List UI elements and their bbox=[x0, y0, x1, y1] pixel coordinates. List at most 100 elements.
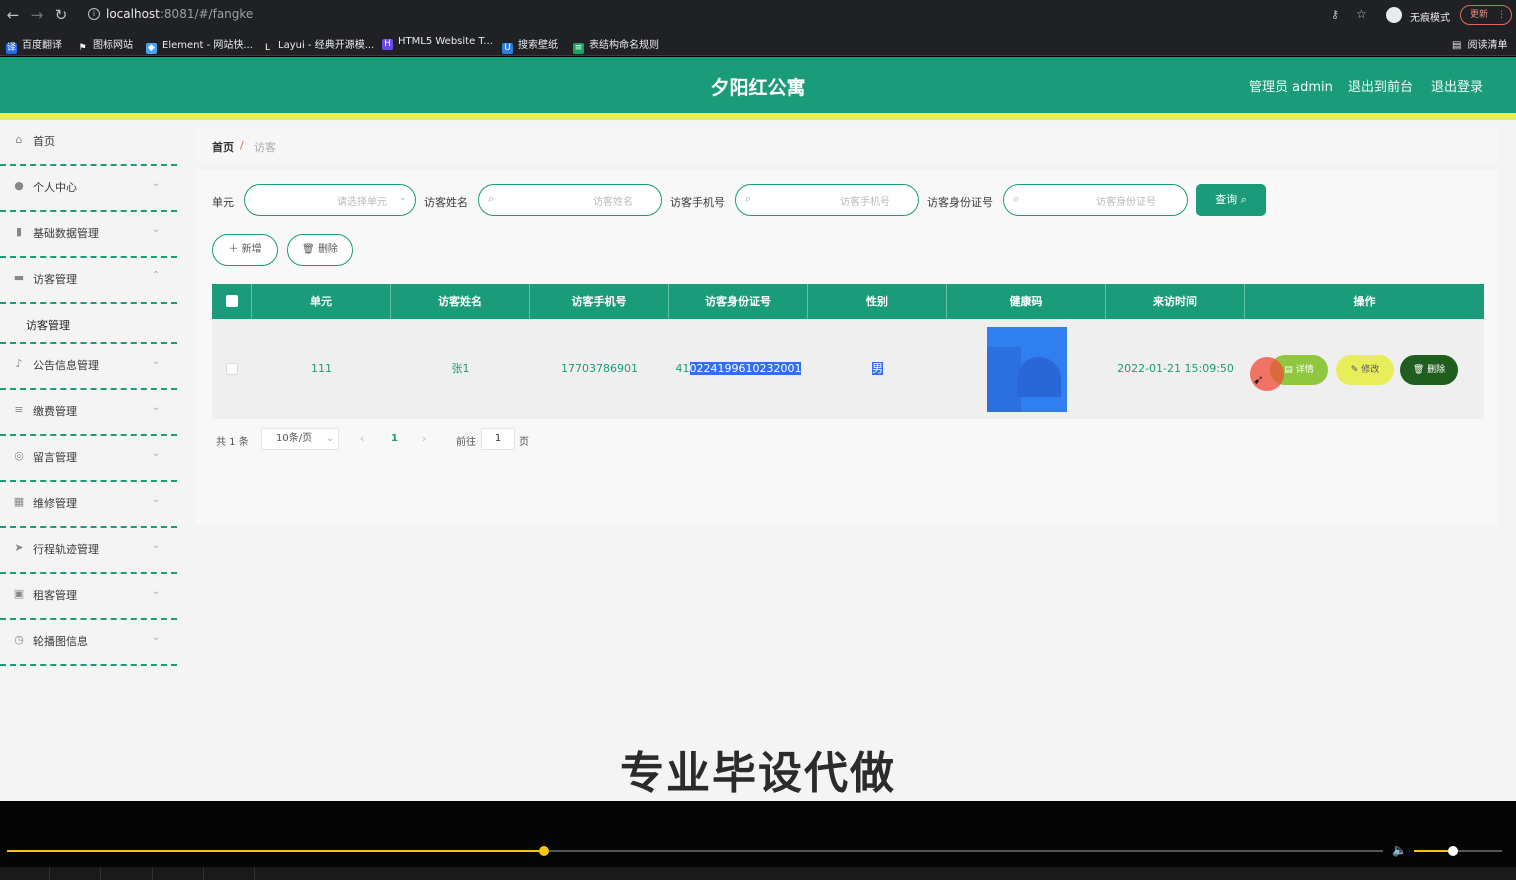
info-icon[interactable]: i bbox=[88, 8, 100, 20]
sidebar-item[interactable]: ▬ 访客管理 ⌃ bbox=[0, 258, 177, 304]
pagination: 共 1 条 10条/页 ⌄ ‹ 1 › 前往 1 页 bbox=[216, 428, 816, 452]
prev-page-icon[interactable]: ‹ bbox=[360, 432, 364, 445]
bookmark-icon: ≡ bbox=[573, 43, 584, 54]
search-icon: ⌕ bbox=[745, 192, 752, 205]
reload-icon[interactable]: ↻ bbox=[52, 6, 70, 24]
bookmark-item[interactable]: ⚑ 图标网站 bbox=[77, 36, 133, 54]
chevron-down-icon: ⌄ bbox=[399, 193, 407, 203]
clock-icon: ◷ bbox=[14, 633, 24, 646]
id-input[interactable]: ⌕ 访客身份证号 bbox=[1003, 184, 1188, 216]
header-id[interactable]: 访客身份证号 bbox=[669, 284, 808, 319]
volume-icon[interactable]: 🔈 bbox=[1392, 843, 1407, 857]
update-button[interactable]: 更新 ⋮ bbox=[1460, 5, 1512, 25]
send-icon: ➤ bbox=[14, 541, 24, 554]
sliders-icon: ≡ bbox=[14, 403, 24, 416]
sidebar-item[interactable]: ▦ 维修管理 ⌄ bbox=[0, 482, 177, 528]
sidebar-subitem-visitor[interactable]: 访客管理 bbox=[0, 304, 177, 344]
key-icon[interactable]: ⚷ bbox=[1331, 8, 1339, 21]
globe-icon: ◎ bbox=[14, 449, 24, 462]
content-panel: 单元 请选择单元 ⌄ 访客姓名 ⌕ 访客姓名 访客手机号 ⌕ 访客手机号 访客身… bbox=[196, 170, 1498, 525]
sidebar-item[interactable]: ➤ 行程轨迹管理 ⌄ bbox=[0, 528, 177, 574]
sidebar-item-label: 基础数据管理 bbox=[33, 227, 99, 240]
bookmark-item[interactable]: L Layui - 经典开源模... bbox=[262, 36, 374, 54]
sidebar-item[interactable]: ▣ 租客管理 ⌄ bbox=[0, 574, 177, 620]
delete-button[interactable]: 🗑 删除 bbox=[287, 234, 353, 266]
user-icon: ● bbox=[14, 179, 24, 192]
home-icon: ⌂ bbox=[15, 133, 23, 146]
address-bar[interactable]: localhost:8081/#/fangke bbox=[106, 7, 253, 21]
bookmark-item[interactable]: U 搜索壁纸 bbox=[502, 36, 558, 54]
back-arrow-icon[interactable]: ← bbox=[4, 6, 22, 24]
next-page-icon[interactable]: › bbox=[422, 432, 426, 445]
row-delete-button[interactable]: 🗑 删除 bbox=[1400, 355, 1458, 385]
progress-knob[interactable] bbox=[538, 846, 549, 856]
bookmark-item[interactable]: H HTML5 Website T... bbox=[382, 36, 493, 50]
sidebar-subitem-label: 访客管理 bbox=[26, 319, 70, 332]
volume-fill bbox=[1414, 850, 1453, 852]
search-icon: ⌕ bbox=[1013, 192, 1020, 205]
chevron-down-icon: ⌄ bbox=[152, 356, 161, 367]
mouse-cursor-icon: ➹ bbox=[1253, 373, 1264, 388]
cell-visit-time: 2022-01-21 15:09:50 bbox=[1117, 362, 1234, 375]
bookmark-item[interactable]: ≡ 表结构命名规则 bbox=[573, 36, 659, 54]
sidebar-item-label: 轮播图信息 bbox=[33, 635, 88, 648]
select-all-checkbox[interactable] bbox=[226, 295, 238, 307]
volume-knob[interactable] bbox=[1447, 846, 1458, 856]
sidebar-item[interactable]: ♪ 公告信息管理 ⌄ bbox=[0, 344, 177, 390]
header-phone[interactable]: 访客手机号 bbox=[530, 284, 669, 319]
video-caption: 专业毕设代做 bbox=[620, 748, 896, 799]
phone-input[interactable]: ⌕ 访客手机号 bbox=[735, 184, 919, 216]
page-size-select[interactable]: 10条/页 ⌄ bbox=[261, 428, 339, 450]
page-1[interactable]: 1 bbox=[391, 433, 398, 444]
header-visit-time[interactable]: 来访时间 bbox=[1106, 284, 1245, 319]
name-input[interactable]: ⌕ 访客姓名 bbox=[478, 184, 662, 216]
sidebar-item[interactable]: ◎ 留言管理 ⌄ bbox=[0, 436, 177, 482]
add-button[interactable]: ＋ 新增 bbox=[212, 234, 278, 266]
goto-input[interactable]: 1 bbox=[481, 428, 515, 450]
row-checkbox[interactable] bbox=[226, 363, 238, 375]
bookmark-label: HTML5 Website T... bbox=[398, 36, 493, 47]
unit-placeholder: 请选择单元 bbox=[337, 197, 387, 208]
header-unit[interactable]: 单元 bbox=[252, 284, 391, 319]
monitor-icon: ▬ bbox=[13, 271, 25, 284]
sidebar-item[interactable]: ⌂ 首页 bbox=[0, 120, 177, 166]
sidebar-item-label: 行程轨迹管理 bbox=[33, 543, 99, 556]
chevron-down-icon: ⌄ bbox=[152, 586, 161, 597]
chevron-up-icon: ⌃ bbox=[152, 270, 161, 281]
bookmark-item[interactable]: 译百度翻译 bbox=[6, 36, 62, 54]
breadcrumb-home[interactable]: 首页 bbox=[212, 139, 234, 155]
star-icon[interactable]: ☆ bbox=[1356, 7, 1367, 21]
sidebar-item-label: 访客管理 bbox=[33, 273, 77, 286]
edit-icon: ✎ bbox=[1350, 365, 1359, 375]
chevron-down-icon: ⌄ bbox=[152, 178, 161, 189]
forward-arrow-icon[interactable]: → bbox=[28, 6, 46, 24]
health-code-image[interactable] bbox=[987, 327, 1067, 412]
bookmark-item[interactable]: ◆ Element - 网站快... bbox=[146, 36, 253, 54]
sidebar-item[interactable]: ● 个人中心 ⌄ bbox=[0, 166, 177, 212]
breadcrumb-separator: / bbox=[240, 139, 244, 152]
sidebar-item-label: 公告信息管理 bbox=[33, 359, 99, 372]
logout-link[interactable]: 退出登录 bbox=[1431, 76, 1483, 95]
unit-select[interactable]: 请选择单元 ⌄ bbox=[244, 184, 416, 216]
chevron-down-icon: ⌄ bbox=[152, 224, 161, 235]
search-button[interactable]: 查询 ⌕ bbox=[1196, 184, 1266, 216]
header-health-code[interactable]: 健康码 bbox=[947, 284, 1106, 319]
bookmark-label: 搜索壁纸 bbox=[518, 40, 558, 51]
back-to-front-link[interactable]: 退出到前台 bbox=[1348, 76, 1413, 95]
header-name[interactable]: 访客姓名 bbox=[391, 284, 530, 319]
edit-button[interactable]: ✎ 修改 bbox=[1336, 355, 1394, 385]
phone-label: 访客手机号 bbox=[670, 196, 725, 209]
chevron-down-icon: ⌄ bbox=[152, 632, 161, 643]
select-all-cell bbox=[212, 284, 252, 319]
chevron-down-icon: ⌄ bbox=[152, 540, 161, 551]
pager-total: 共 1 条 bbox=[216, 437, 249, 448]
sidebar-item[interactable]: ≡ 缴费管理 ⌄ bbox=[0, 390, 177, 436]
player-bottom-strip bbox=[0, 867, 1516, 880]
reading-list[interactable]: ▤ 阅读清单 bbox=[1452, 36, 1507, 51]
header-gender[interactable]: 性别 bbox=[808, 284, 947, 319]
chevron-down-icon: ⌄ bbox=[152, 448, 161, 459]
sidebar-item[interactable]: ▮ 基础数据管理 ⌄ bbox=[0, 212, 177, 258]
sidebar-item[interactable]: ◷ 轮播图信息 ⌄ bbox=[0, 620, 177, 666]
player-divider bbox=[49, 867, 50, 880]
name-placeholder: 访客姓名 bbox=[593, 197, 633, 208]
